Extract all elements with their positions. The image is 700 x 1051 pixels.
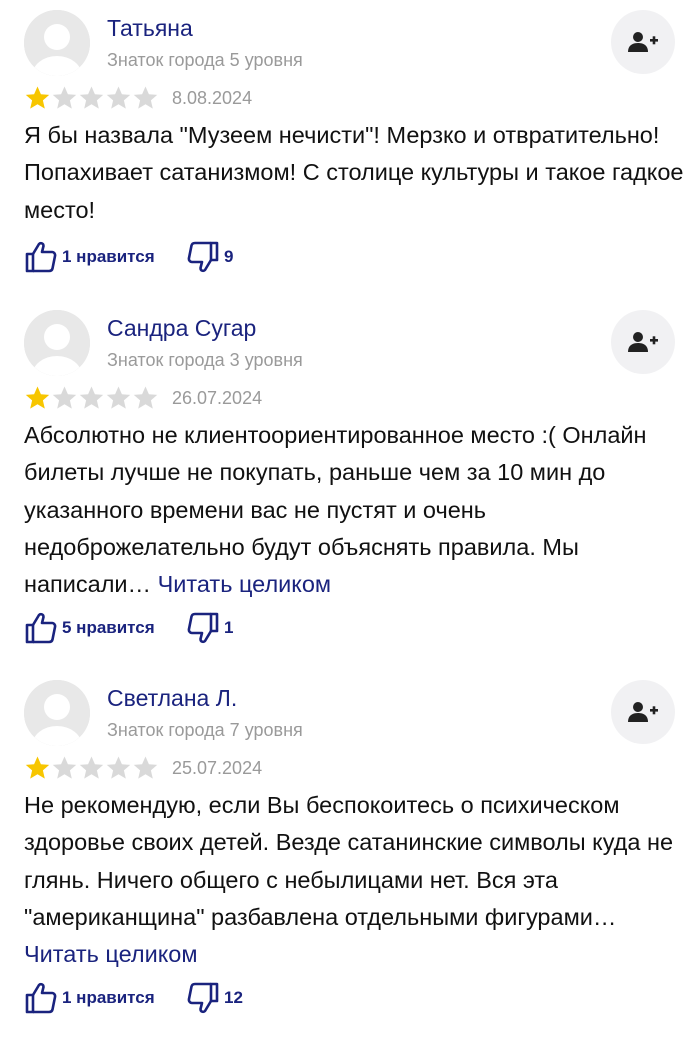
star-icon	[52, 386, 77, 409]
dislike-button[interactable]: 9	[186, 240, 233, 274]
rating-stars	[24, 385, 159, 411]
dislike-button[interactable]: 12	[186, 981, 243, 1015]
read-more-link[interactable]: Читать целиком	[24, 941, 197, 967]
star-icon	[133, 756, 158, 779]
thumbs-up-icon	[25, 982, 57, 1014]
review-date: 26.07.2024	[172, 388, 263, 408]
star-icon	[25, 386, 50, 409]
star-icon	[79, 86, 104, 109]
star-icon	[25, 86, 50, 109]
like-button[interactable]: 5 нравится	[24, 611, 155, 645]
subscribe-button[interactable]	[611, 310, 675, 374]
user-avatar-icon[interactable]	[24, 10, 90, 76]
star-icon	[79, 756, 104, 779]
user-avatar-icon[interactable]	[24, 310, 90, 376]
like-button[interactable]: 1 нравится	[24, 981, 155, 1015]
review-date: 25.07.2024	[172, 758, 263, 778]
user-avatar-icon[interactable]	[24, 680, 90, 746]
author-level: Знаток города 7 уровня	[107, 720, 303, 740]
star-icon	[25, 756, 50, 779]
thumbs-down-icon	[187, 241, 219, 273]
rating-stars	[24, 85, 159, 111]
review-card: Светлана Л. Знаток города 7 уровня 25.07…	[0, 670, 700, 1040]
star-icon	[106, 756, 131, 779]
review-text: Я бы назвала "Музеем нечисти"! Мерзко и …	[24, 122, 684, 223]
review-card: Сандра Сугар Знаток города 3 уровня 26.0…	[0, 300, 700, 660]
review-text: Абсолютно не клиентоориентированное мест…	[24, 422, 647, 598]
read-more-link[interactable]: Читать целиком	[158, 571, 331, 597]
subscribe-button[interactable]	[611, 680, 675, 744]
like-count: 1 нравится	[62, 247, 155, 266]
author-name[interactable]: Сандра Сугар	[107, 315, 256, 342]
thumbs-up-icon	[25, 612, 57, 644]
author-name[interactable]: Светлана Л.	[107, 685, 237, 712]
dislike-button[interactable]: 1	[186, 611, 233, 645]
author-level: Знаток города 3 уровня	[107, 350, 303, 370]
author-level: Знаток города 5 уровня	[107, 50, 303, 70]
star-icon	[52, 756, 77, 779]
thumbs-up-icon	[25, 241, 57, 273]
thumbs-down-icon	[187, 612, 219, 644]
like-button[interactable]: 1 нравится	[24, 240, 155, 274]
star-icon	[52, 86, 77, 109]
review-date: 8.08.2024	[172, 88, 253, 108]
star-icon	[133, 86, 158, 109]
like-count: 5 нравится	[62, 618, 155, 637]
star-icon	[106, 86, 131, 109]
star-icon	[79, 386, 104, 409]
author-name[interactable]: Татьяна	[107, 15, 193, 42]
star-icon	[133, 386, 158, 409]
add-user-icon	[628, 332, 658, 352]
subscribe-button[interactable]	[611, 10, 675, 74]
dislike-count: 1	[224, 618, 234, 637]
add-user-icon	[628, 32, 658, 52]
add-user-icon	[628, 702, 658, 722]
dislike-count: 9	[224, 247, 234, 266]
thumbs-down-icon	[187, 982, 219, 1014]
review-text: Не рекомендую, если Вы беспокоитесь о пс…	[24, 792, 674, 968]
star-icon	[106, 386, 131, 409]
like-count: 1 нравится	[62, 988, 155, 1007]
review-card: Татьяна Знаток города 5 уровня 8.08.2024…	[0, 0, 700, 290]
rating-stars	[24, 755, 159, 781]
dislike-count: 12	[224, 988, 243, 1007]
